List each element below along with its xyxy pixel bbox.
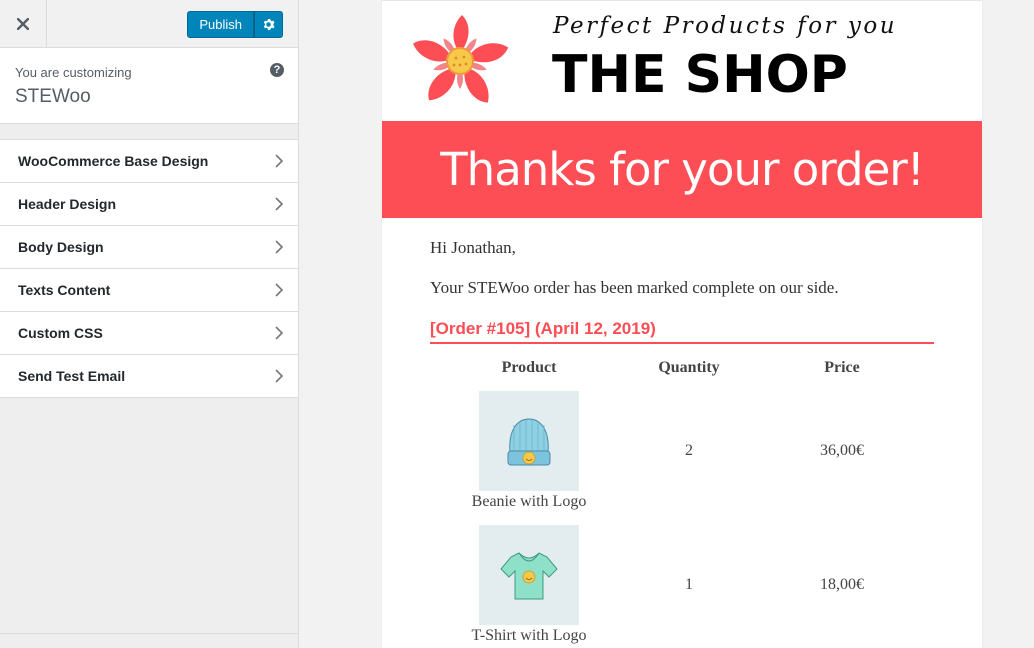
table-row: Beanie with Logo 2 36,00€ (430, 384, 934, 518)
section-custom-css[interactable]: Custom CSS (0, 312, 298, 355)
email-preview[interactable]: Perfect Products for you THE SHOP Thanks… (300, 0, 1034, 648)
beanie-icon (507, 418, 551, 466)
tshirt-icon (500, 552, 558, 600)
price-cell: 36,00€ (820, 442, 864, 459)
section-woocommerce-base-design[interactable]: WooCommerce Base Design (0, 140, 298, 183)
section-label: Send Test Email (18, 368, 126, 384)
product-thumbnail (479, 525, 579, 625)
column-header-quantity: Quantity (658, 359, 720, 376)
shop-tagline: Perfect Products for you (553, 13, 898, 39)
customizing-label: You are customizing (15, 65, 132, 80)
customizer-sidebar: Publish You are customizing STEWoo ? Woo… (0, 0, 299, 648)
section-label: Header Design (18, 196, 117, 212)
section-label: Texts Content (18, 282, 111, 298)
table-header-row: Product Quantity Price (430, 352, 934, 384)
customizer-header: Publish (0, 0, 298, 48)
section-send-test-email[interactable]: Send Test Email (0, 355, 298, 398)
quantity-cell: 2 (685, 442, 693, 459)
banner-title: Thanks for your order! (440, 143, 925, 196)
section-label: WooCommerce Base Design (18, 153, 209, 169)
email-content: Hi Jonathan, Your STEWoo order has been … (382, 218, 982, 648)
publish-settings-button[interactable] (254, 11, 283, 38)
customizing-info: You are customizing STEWoo ? (0, 48, 298, 124)
column-header-product: Product (501, 359, 557, 376)
product-name: T-Shirt with Logo (471, 627, 587, 644)
help-icon[interactable]: ? (270, 63, 284, 77)
section-body-design[interactable]: Body Design (0, 226, 298, 269)
chevron-right-icon (275, 283, 283, 297)
close-icon (17, 17, 29, 30)
order-items-table: Product Quantity Price Beanie with Logo … (430, 352, 934, 648)
chevron-right-icon (275, 240, 283, 254)
chevron-right-icon (275, 369, 283, 383)
product-name: Beanie with Logo (471, 493, 587, 510)
site-title: STEWoo (15, 86, 91, 107)
email-body: Perfect Products for you THE SHOP Thanks… (382, 0, 982, 648)
table-row: T-Shirt with Logo 1 18,00€ (430, 518, 934, 648)
price-cell: 18,00€ (820, 576, 864, 593)
close-button[interactable] (0, 0, 47, 47)
shop-name: THE SHOP (552, 45, 848, 105)
gear-icon (263, 18, 275, 31)
section-menu: WooCommerce Base Design Header Design Bo… (0, 139, 298, 398)
section-texts-content[interactable]: Texts Content (0, 269, 298, 312)
flower-logo-icon (413, 15, 509, 103)
chevron-right-icon (275, 154, 283, 168)
column-header-price: Price (824, 359, 860, 376)
sidebar-footer-divider (0, 633, 298, 634)
section-label: Body Design (18, 239, 104, 255)
section-header-design[interactable]: Header Design (0, 183, 298, 226)
chevron-right-icon (275, 197, 283, 211)
publish-group: Publish (187, 11, 283, 38)
greeting-text: Hi Jonathan, (430, 238, 516, 257)
product-cell: T-Shirt with Logo (430, 518, 628, 648)
email-banner: Thanks for your order! (382, 121, 982, 218)
email-header: Perfect Products for you THE SHOP (382, 0, 982, 121)
order-title: [Order #105] (April 12, 2019) (430, 319, 934, 344)
product-cell: Beanie with Logo (430, 384, 628, 518)
publish-button[interactable]: Publish (187, 11, 254, 38)
quantity-cell: 1 (685, 576, 693, 593)
chevron-right-icon (275, 326, 283, 340)
message-text: Your STEWoo order has been marked comple… (430, 278, 839, 297)
product-thumbnail (479, 391, 579, 491)
section-label: Custom CSS (18, 325, 103, 341)
